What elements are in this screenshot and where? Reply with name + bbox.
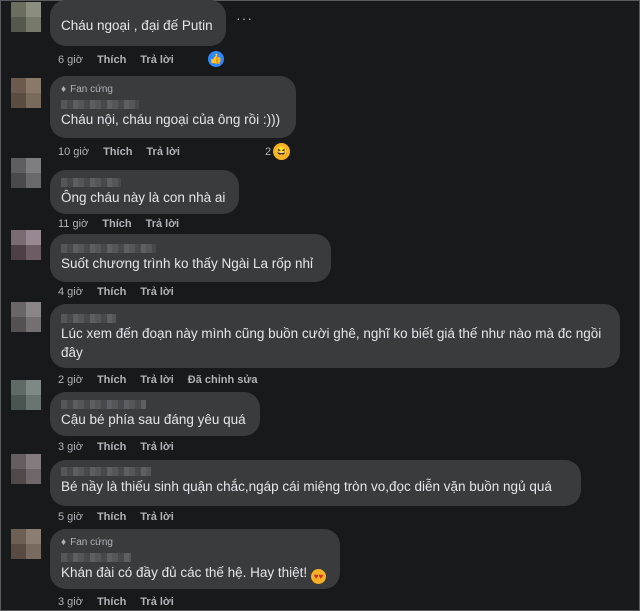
avatar[interactable] [11,529,41,559]
comment-bubble: Cậu bé phía sau đáng yêu quá [50,392,260,436]
author-name-blurred[interactable] [61,174,227,188]
comment-item: Ông cháu này là con nhà ai 11 giờ Thích … [0,156,640,231]
comment-bubble: Suốt chương trình ko thấy Ngài La rốp nh… [50,234,331,282]
author-name-blurred[interactable] [61,96,284,110]
comment-item: Suốt chương trình ko thấy Ngài La rốp nh… [0,228,640,303]
like-button[interactable]: Thích [97,596,126,608]
comment-actions: 6 giờ Thích Trả lời [58,54,188,66]
thumbs-up-icon: 👍 [208,51,224,67]
reply-button[interactable]: Trả lời [140,286,174,298]
diamond-icon: ♦ [61,536,67,548]
more-options-button[interactable]: ··· [236,10,253,26]
comment-bubble: ♦ Fan cứng Khán đài có đầy đủ các thế hệ.… [50,529,340,589]
avatar[interactable] [11,230,41,260]
comment-item: ♦ Fan cứng Khán đài có đầy đủ các thế hệ.… [0,527,640,611]
comment-bubble: ♦ Fan cứng Cháu nội, cháu ngoại của ông r… [50,76,296,138]
avatar[interactable] [11,2,41,32]
comment-bubble: Bé nầy là thiếu sinh quận chắc,ngáp cái … [50,460,581,506]
diamond-icon: ♦ [61,83,67,95]
comment-text: Khán đài có đầy đủ các thế hệ. Hay thiệt… [61,563,328,584]
comment-bubble: Cháu ngoại , đại đế Putin [50,0,226,46]
author-name-blurred[interactable] [61,310,608,324]
comment-bubble: Ông cháu này là con nhà ai [50,170,239,214]
comment-item: ♦ Fan cứng Cháu nội, cháu ngoại của ông r… [0,76,640,160]
author-name-blurred[interactable] [61,463,569,477]
avatar[interactable] [11,158,41,188]
comment-text: Cháu nội, cháu ngoại của ông rồi :))) [61,112,281,127]
comment-text: Ông cháu này là con nhà ai [61,190,226,205]
comment-time[interactable]: 6 giờ [58,54,83,66]
like-button[interactable]: Thích [97,54,126,66]
fan-badge: ♦ Fan cứng [61,536,113,548]
comment-text: Suốt chương trình ko thấy Ngài La rốp nh… [61,256,314,271]
comment-text: Cháu ngoại , đại đế Putin [61,18,213,33]
author-name-blurred[interactable] [61,396,248,410]
like-button[interactable]: Thích [97,511,126,523]
comment-actions: 4 giờ Thích Trả lời [58,286,188,298]
reply-button[interactable]: Trả lời [140,511,174,523]
comment-time[interactable]: 5 giờ [58,511,83,523]
comment-text: Cậu bé phía sau đáng yêu quá [61,412,246,427]
comment-actions: 5 giờ Thích Trả lời [58,511,188,523]
reply-button[interactable]: Trả lời [140,54,174,66]
comment-item: Bé nầy là thiếu sinh quận chắc,ngáp cái … [0,452,640,528]
avatar[interactable] [11,78,41,108]
comment-item: Cậu bé phía sau đáng yêu quá 3 giờ Thích… [0,378,640,458]
fan-badge: ♦ Fan cứng [61,83,113,95]
reply-button[interactable]: Trả lời [140,596,174,608]
author-name-blurred[interactable] [61,240,319,254]
avatar[interactable] [11,454,41,484]
comment-text: Lúc xem đến đoạn này mình cũng buồn cười… [61,326,602,360]
avatar[interactable] [11,380,41,410]
comment-time[interactable]: 4 giờ [58,286,83,298]
like-button[interactable]: Thích [97,286,126,298]
heart-eyes-icon: ♥♥ [310,569,326,584]
comment-actions: 3 giờ Thích Trả lời [58,596,188,608]
comment-time[interactable]: 3 giờ [58,596,83,608]
author-name-blurred[interactable] [61,549,328,563]
comment-bubble: Lúc xem đến đoạn này mình cũng buồn cười… [50,304,620,368]
avatar[interactable] [11,302,41,332]
comment-text: Bé nầy là thiếu sinh quận chắc,ngáp cái … [61,479,552,494]
reaction-summary[interactable]: 👍 [208,51,224,67]
comment-item: Cháu ngoại , đại đế Putin ··· 6 giờ Thíc… [0,0,640,70]
